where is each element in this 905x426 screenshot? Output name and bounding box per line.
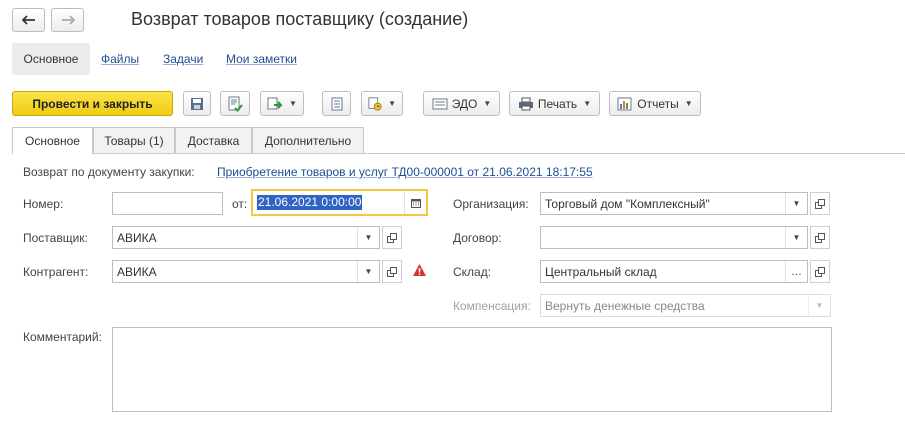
- section-main-label: Основное: [23, 52, 79, 66]
- edo-button[interactable]: ЭДО ▼: [423, 91, 500, 116]
- tab-delivery-label: Доставка: [187, 133, 240, 148]
- ellipsis-icon: …: [791, 265, 802, 278]
- edo-label: ЭДО: [451, 96, 478, 111]
- tab-divider: [12, 153, 905, 154]
- chevron-down-icon: ▼: [684, 99, 693, 108]
- contract-field[interactable]: ▼: [540, 226, 808, 249]
- structure-button[interactable]: [322, 91, 351, 116]
- post-document-icon: [228, 96, 243, 112]
- supplier-field[interactable]: АВИКА ▼: [112, 226, 380, 249]
- organization-label: Организация:: [453, 197, 529, 211]
- chevron-down-icon: ▼: [792, 199, 801, 208]
- section-tasks[interactable]: Задачи: [163, 52, 203, 66]
- section-main[interactable]: Основное: [12, 43, 90, 75]
- tab-goods-label: Товары (1): [104, 133, 164, 148]
- section-files-label: Файлы: [101, 52, 140, 66]
- arrow-left-icon: [21, 15, 35, 25]
- section-notes-label: Мои заметки: [226, 52, 297, 66]
- open-icon: [815, 232, 825, 243]
- section-tasks-label: Задачи: [163, 52, 204, 66]
- print-button[interactable]: Печать ▼: [509, 91, 600, 116]
- date-label: от:: [232, 197, 248, 211]
- supplier-label: Поставщик:: [23, 231, 88, 245]
- supplier-open-button[interactable]: [382, 226, 402, 249]
- save-button[interactable]: [183, 91, 211, 116]
- chevron-down-icon: ▼: [815, 301, 824, 310]
- tab-additional[interactable]: Дополнительно: [252, 127, 364, 153]
- counterparty-open-button[interactable]: [382, 260, 402, 283]
- list-icon: [331, 97, 342, 110]
- create-based-icon: [267, 97, 283, 109]
- open-icon: [387, 232, 397, 243]
- contract-label: Договор:: [453, 231, 502, 245]
- open-icon: [815, 266, 825, 277]
- forward-button[interactable]: [51, 8, 84, 32]
- journal-button[interactable]: ▼: [361, 91, 403, 116]
- chevron-down-icon: ▼: [364, 233, 373, 242]
- basis-document-link[interactable]: Приобретение товаров и услуг ТД00-000001…: [217, 165, 593, 179]
- post-and-close-label: Провести и закрыть: [32, 96, 153, 111]
- post-and-close-button[interactable]: Провести и закрыть: [12, 91, 173, 116]
- calendar-icon: [410, 198, 421, 208]
- warning-icon[interactable]: [412, 263, 427, 277]
- warehouse-select-button[interactable]: …: [785, 261, 807, 282]
- chevron-down-icon: ▼: [583, 99, 592, 108]
- section-files[interactable]: Файлы: [101, 52, 139, 66]
- print-label: Печать: [537, 96, 578, 111]
- counterparty-value: АВИКА: [117, 264, 157, 279]
- warehouse-open-button[interactable]: [810, 260, 830, 283]
- date-field[interactable]: 21.06.2021 0:00:00: [251, 189, 428, 216]
- arrow-right-icon: [61, 15, 75, 25]
- comment-textarea[interactable]: [112, 327, 832, 412]
- calendar-button[interactable]: [404, 191, 426, 214]
- printer-icon: [518, 97, 533, 110]
- contract-open-button[interactable]: [810, 226, 830, 249]
- compensation-dropdown-button: ▼: [808, 295, 830, 316]
- page-title: Возврат товаров поставщику (создание): [131, 9, 469, 29]
- chevron-down-icon: ▼: [388, 99, 396, 108]
- reports-button[interactable]: Отчеты ▼: [609, 91, 701, 116]
- tab-main-label: Основное: [25, 134, 80, 148]
- open-icon: [387, 266, 397, 277]
- open-icon: [815, 198, 825, 209]
- basis-label: Возврат по документу закупки:: [23, 165, 195, 179]
- tab-goods[interactable]: Товары (1): [93, 127, 175, 153]
- warehouse-label: Склад:: [453, 265, 492, 279]
- organization-field[interactable]: Торговый дом "Комплексный" ▼: [540, 192, 808, 215]
- save-icon: [191, 97, 203, 110]
- tab-delivery[interactable]: Доставка: [175, 127, 252, 153]
- supplier-value: АВИКА: [117, 230, 157, 245]
- organization-value: Торговый дом "Комплексный": [545, 196, 710, 211]
- clock-document-icon: [368, 96, 382, 111]
- warehouse-field[interactable]: Центральный склад …: [540, 260, 808, 283]
- number-label: Номер:: [23, 197, 64, 211]
- counterparty-dropdown-button[interactable]: ▼: [357, 261, 379, 282]
- chevron-down-icon: ▼: [483, 99, 492, 108]
- compensation-label: Компенсация:: [453, 299, 531, 313]
- back-button[interactable]: [12, 8, 45, 32]
- organization-dropdown-button[interactable]: ▼: [785, 193, 807, 214]
- contract-dropdown-button[interactable]: ▼: [785, 227, 807, 248]
- date-value: 21.06.2021 0:00:00: [257, 195, 363, 210]
- reports-icon: [617, 97, 632, 110]
- section-notes[interactable]: Мои заметки: [226, 52, 297, 66]
- create-based-on-button[interactable]: ▼: [260, 91, 304, 116]
- compensation-value: Вернуть денежные средства: [545, 298, 705, 313]
- comment-label: Комментарий:: [23, 330, 102, 344]
- reports-label: Отчеты: [637, 96, 679, 111]
- chevron-down-icon: ▼: [364, 267, 373, 276]
- chevron-down-icon: ▼: [792, 233, 801, 242]
- chevron-down-icon: ▼: [289, 99, 297, 108]
- counterparty-field[interactable]: АВИКА ▼: [112, 260, 380, 283]
- compensation-field: Вернуть денежные средства ▼: [540, 294, 831, 317]
- number-field[interactable]: [112, 192, 223, 215]
- post-button[interactable]: [220, 91, 250, 116]
- edo-icon: [432, 98, 448, 109]
- supplier-dropdown-button[interactable]: ▼: [357, 227, 379, 248]
- tab-additional-label: Дополнительно: [264, 133, 352, 148]
- warehouse-value: Центральный склад: [545, 264, 657, 279]
- tab-main[interactable]: Основное: [12, 127, 93, 154]
- organization-open-button[interactable]: [810, 192, 830, 215]
- counterparty-label: Контрагент:: [23, 265, 89, 279]
